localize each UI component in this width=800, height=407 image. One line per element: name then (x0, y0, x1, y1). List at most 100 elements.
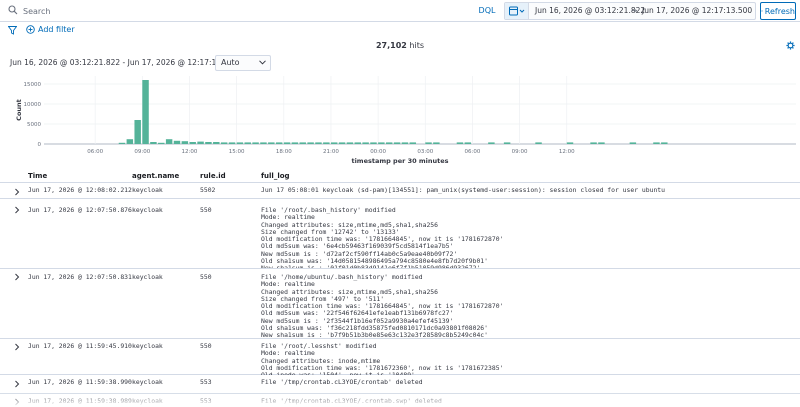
cell-full-log: File '/root/.lesshst' modified Mode: rea… (261, 343, 504, 375)
histogram-bar (338, 142, 346, 144)
histogram-bar (158, 142, 165, 144)
refresh-label: Refresh (764, 6, 795, 16)
histogram-bar (370, 142, 377, 144)
table-row: Jun 17, 2026 @ 11:59:45.910 keycloak 550… (0, 339, 800, 375)
y-tick-label: 5000 (27, 122, 41, 128)
chevron-right-icon[interactable] (13, 398, 21, 406)
y-tick-label: 10000 (24, 102, 42, 108)
histogram-bar (456, 142, 464, 144)
add-filter-button[interactable]: Add filter (26, 25, 75, 34)
cell-time: Jun 17, 2026 @ 12:07:50.876 (28, 206, 132, 214)
interval-select[interactable]: Auto (215, 55, 271, 71)
histogram-bar (464, 142, 472, 144)
cell-rule-id: 550 (200, 273, 212, 281)
table-row: Jun 17, 2026 @ 12:08:02.212 keycloak 550… (0, 183, 800, 199)
cell-agent-name: keycloak (132, 186, 163, 194)
histogram-bar (401, 142, 409, 144)
refresh-icon (761, 10, 763, 12)
histogram-bar (126, 139, 134, 144)
histogram-bar (197, 141, 204, 144)
cell-agent-name: keycloak (132, 273, 163, 281)
chevron-right-icon[interactable] (13, 188, 21, 196)
cell-rule-id: 5502 (200, 186, 216, 194)
hits-number: 27,102 (375, 41, 407, 50)
column-header-agent-name[interactable]: agent.name (132, 172, 179, 180)
cell-agent-name: keycloak (132, 206, 163, 214)
cell-rule-id: 550 (200, 342, 212, 350)
histogram-bar (385, 142, 393, 144)
table-row: Jun 17, 2026 @ 12:07:50.831 keycloak 550… (0, 269, 800, 339)
query-language-toggle[interactable]: DQL (475, 3, 499, 19)
hits-count: 27,102 hits (0, 41, 800, 50)
x-tick-label: 00:00 (370, 149, 386, 155)
cell-time: Jun 17, 2026 @ 11:59:38.990 (28, 378, 132, 386)
table-header: Time agent.name rule.id full_log (0, 169, 800, 183)
calendar-icon (509, 6, 525, 16)
histogram-bar (354, 142, 361, 144)
date-picker[interactable]: Jun 16, 2026 @ 03:12:21.822 → Jun 17, 20… (504, 2, 756, 20)
filter-bar: Add filter (0, 22, 800, 40)
histogram-bar (433, 142, 440, 144)
histogram-bar (189, 142, 196, 144)
filter-icon[interactable] (8, 26, 17, 35)
y-axis-label: Count (15, 99, 23, 121)
histogram-bar (307, 142, 314, 144)
column-header-full-log[interactable]: full_log (261, 172, 290, 180)
chevron-right-icon[interactable] (13, 273, 21, 281)
histogram-bar (566, 142, 574, 144)
histogram-bar (503, 142, 511, 144)
chevron-right-icon[interactable] (13, 343, 21, 351)
x-tick-label: 06:00 (87, 149, 103, 155)
histogram-chart: 0 5000 10000 15000 06:00 09:00 12:00 15:00 18:00… (15, 76, 796, 165)
cell-full-log: File '/root/.bash_history' modified Mode… (261, 207, 504, 268)
column-header-rule-id[interactable]: rule.id (200, 172, 226, 180)
cell-rule-id: 553 (200, 397, 212, 405)
histogram-bar (244, 142, 251, 144)
gear-icon[interactable] (786, 41, 795, 50)
histogram-bar (118, 142, 126, 144)
x-tick-label: 03:00 (417, 149, 433, 155)
search-input[interactable] (23, 3, 472, 19)
table-row: Jun 17, 2026 @ 11:59:38.990 keycloak 553… (0, 375, 800, 394)
cell-rule-id: 553 (200, 378, 212, 386)
histogram-bar (346, 142, 354, 144)
search-box[interactable] (5, 3, 472, 19)
cell-full-log: File '/home/ubuntu/.bash_history' modifi… (261, 274, 504, 338)
histogram-bar (165, 139, 173, 144)
y-tick-label: 15000 (24, 82, 42, 88)
column-header-time[interactable]: Time (28, 172, 47, 180)
histogram-bar (661, 142, 668, 144)
histogram-bar (393, 142, 401, 144)
date-end[interactable]: Jun 17, 2026 @ 12:17:13.500 (642, 6, 752, 15)
x-axis-label: timestamp per 30 minutes (351, 157, 448, 165)
interval-value: Auto (221, 58, 240, 67)
cell-agent-name: keycloak (132, 378, 163, 386)
cell-full-log: File '/tmp/crontab.cL3YOE/crontab' delet… (261, 379, 423, 386)
histogram-bar (378, 142, 385, 144)
histogram-bar (598, 142, 605, 144)
refresh-button[interactable]: Refresh (760, 2, 796, 20)
table-row: Jun 17, 2026 @ 11:59:38.989 keycloak 553… (0, 394, 800, 407)
document-table: Jun 17, 2026 @ 12:08:02.212 keycloak 550… (0, 183, 800, 407)
cell-agent-name: keycloak (132, 397, 163, 405)
table-row: Jun 17, 2026 @ 12:07:50.876 keycloak 550… (0, 199, 800, 269)
cell-time: Jun 17, 2026 @ 12:07:50.831 (28, 273, 132, 281)
hits-label: hits (409, 41, 425, 50)
histogram-bar (299, 142, 306, 144)
chevron-right-icon[interactable] (13, 206, 21, 214)
x-tick-label: 06:00 (465, 149, 481, 155)
histogram-bar (268, 142, 275, 144)
x-tick-label: 12:00 (182, 149, 198, 155)
histogram-bar (142, 80, 149, 144)
chevron-right-icon[interactable] (13, 380, 21, 388)
histogram-bar (488, 142, 495, 144)
calendar-button[interactable] (505, 3, 529, 19)
histogram-bar (291, 142, 299, 144)
histogram-bar (283, 142, 291, 144)
search-icon (8, 5, 20, 17)
histogram-bar (150, 142, 157, 144)
x-tick-label: 12:00 (559, 149, 575, 155)
histogram-bar (323, 142, 330, 144)
cell-time: Jun 17, 2026 @ 11:59:45.910 (28, 342, 132, 350)
date-start[interactable]: Jun 16, 2026 @ 03:12:21.822 (535, 6, 645, 15)
